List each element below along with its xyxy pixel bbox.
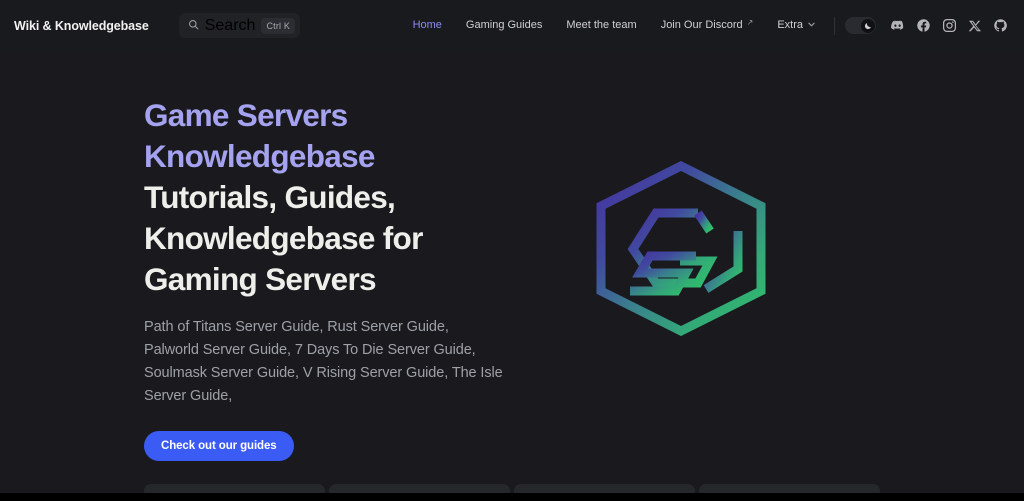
page-title-line-4: Knowledgebase for <box>144 220 423 256</box>
main-navigation: Home Gaming Guides Meet the team Join Ou… <box>401 0 1012 51</box>
nav-item-gaming-guides[interactable]: Gaming Guides <box>454 20 554 31</box>
hero-section: Game Servers Knowledgebase Tutorials, Gu… <box>0 51 1024 461</box>
page-title-accent-line-1: Game Servers <box>144 97 348 133</box>
nav-item-meet-the-team-label: Meet the team <box>566 19 637 31</box>
discord-icon[interactable] <box>890 18 905 33</box>
site-surface: Wiki & Knowledgebase Search Ctrl K Home … <box>0 0 1024 493</box>
card-1[interactable] <box>144 484 325 493</box>
chevron-down-icon <box>807 20 816 32</box>
search-label: Search <box>204 16 256 34</box>
site-header: Wiki & Knowledgebase Search Ctrl K Home … <box>0 0 1024 51</box>
nav-item-home-label: Home <box>412 19 442 31</box>
nav-item-join-our-discord[interactable]: Join Our Discord ↗ <box>649 17 766 31</box>
search-icon <box>188 17 199 35</box>
hero-subtitle: Path of Titans Server Guide, Rust Server… <box>144 319 503 404</box>
card-3[interactable] <box>514 484 695 493</box>
page-title-accent-line-2: Knowledgebase <box>144 138 375 174</box>
hero-text-block: Game Servers Knowledgebase Tutorials, Gu… <box>144 95 504 461</box>
site-brand[interactable]: Wiki & Knowledgebase <box>12 19 149 33</box>
external-link-icon: ↗ <box>746 17 754 27</box>
card-2[interactable] <box>329 484 510 493</box>
nav-item-meet-the-team[interactable]: Meet the team <box>554 20 648 31</box>
nav-item-extra-label: Extra <box>777 19 803 31</box>
page-title-line-3: Tutorials, Guides, <box>144 179 396 215</box>
card-4[interactable] <box>699 484 880 493</box>
search-button[interactable]: Search Ctrl K <box>178 13 301 38</box>
nav-item-join-our-discord-label: Join Our Discord <box>660 19 743 31</box>
x-icon[interactable] <box>968 19 982 33</box>
search-shortcut-badge: Ctrl K <box>261 17 296 34</box>
nav-item-gaming-guides-label: Gaming Guides <box>465 19 543 31</box>
github-icon[interactable] <box>993 18 1008 33</box>
nav-item-extra[interactable]: Extra <box>765 20 828 32</box>
header-divider <box>834 16 835 35</box>
theme-toggle[interactable] <box>845 17 876 34</box>
gsk-hexagon-logo <box>588 160 774 337</box>
page-root: Wiki & Knowledgebase Search Ctrl K Home … <box>0 0 1024 501</box>
cards-preview-row <box>0 484 1024 493</box>
nav-item-home[interactable]: Home <box>401 20 454 31</box>
theme-toggle-knob <box>860 17 875 35</box>
page-title: Game Servers Knowledgebase Tutorials, Gu… <box>144 95 504 300</box>
page-title-line-5: Gaming Servers <box>144 261 377 297</box>
bottom-letterbox <box>0 493 1024 501</box>
moon-icon <box>864 17 872 35</box>
instagram-icon[interactable] <box>942 18 957 33</box>
check-out-our-guides-button[interactable]: Check out our guides <box>144 431 294 461</box>
facebook-icon[interactable] <box>916 18 931 33</box>
social-links <box>890 18 1012 33</box>
